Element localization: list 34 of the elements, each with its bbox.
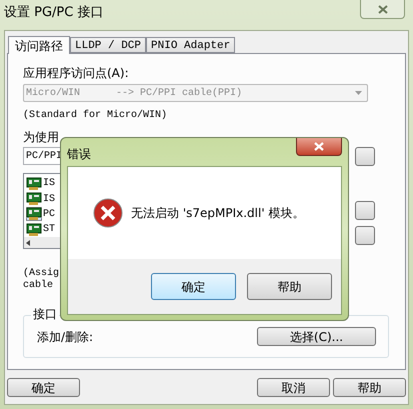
tab[interactable]: 访问路径 [8,36,70,54]
error-icon [93,198,123,228]
list-item[interactable]: PC [24,206,62,222]
horizontal-scrollbar[interactable] [24,237,62,248]
field-label: 添加/删除: [37,328,94,346]
delete-button[interactable] [355,226,375,245]
field-label: 应用程序访问点(A): [23,65,130,81]
tab[interactable]: PNIO Adapter [146,37,236,53]
list-item[interactable]: IS [24,191,62,207]
parameter-field[interactable]: PC/PPI [23,147,63,165]
dialog-button[interactable]: 帮助 [333,378,406,397]
list-item[interactable]: ST [24,222,62,238]
dialog-title: 错误 [67,146,91,163]
dropdown-arrow-icon [355,91,362,95]
dialog-button[interactable]: 取消 [257,378,330,397]
assignment-text: cable [23,280,54,292]
copy-button[interactable] [355,201,375,220]
group-title: 接口 [31,307,59,321]
select-button[interactable]: 选择(C)... [257,327,376,346]
error-message: 无法启动 's7epMPIx.dll' 模块。 [131,205,304,222]
window-title: 设置 PG/PC 接口 [3,4,104,22]
field-label: 为使用 [23,130,59,144]
dialog-button[interactable]: 确定 [151,273,236,300]
scroll-left-icon [26,240,30,246]
close-button[interactable] [296,138,342,156]
properties-button[interactable] [355,147,375,166]
tab[interactable]: LLDP / DCP [70,37,146,53]
dialog-button[interactable]: 确定 [7,378,80,397]
list-item[interactable]: IS [24,176,62,192]
close-icon [314,142,324,151]
description-text: (Standard for Micro/WIN) [23,108,168,121]
dialog-button[interactable]: 帮助 [247,273,332,300]
close-icon [378,4,388,14]
assignment-text: (Assig [23,268,60,280]
